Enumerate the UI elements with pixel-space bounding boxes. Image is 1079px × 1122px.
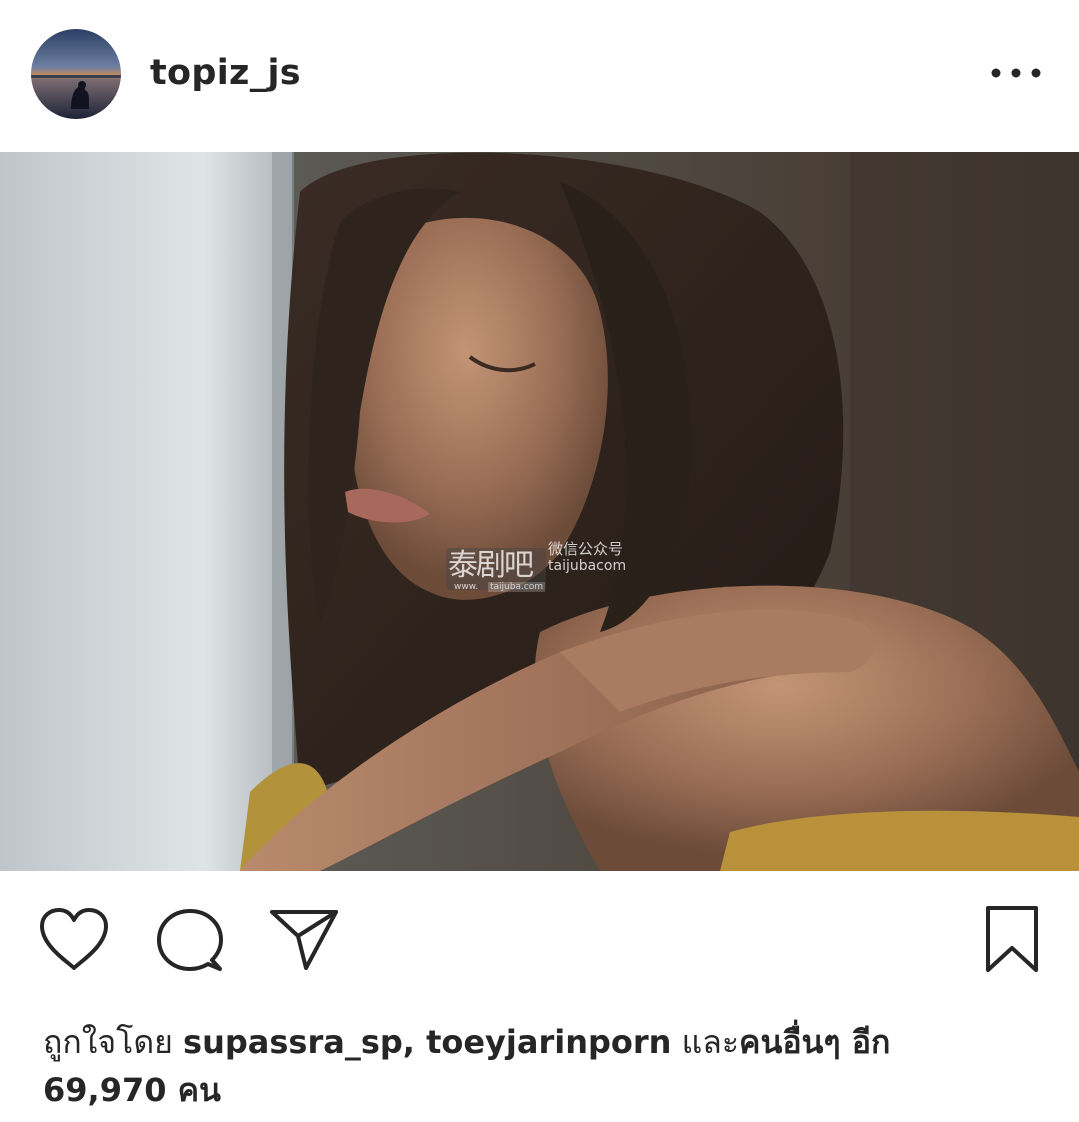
liker-username-2[interactable]: toeyjarinporn <box>426 1023 671 1061</box>
likes-count[interactable]: 69,970 คน <box>43 1071 221 1109</box>
like-heart-icon[interactable] <box>38 906 110 972</box>
share-paper-plane-icon[interactable] <box>268 906 340 972</box>
liker-username-1[interactable]: supassra_sp <box>183 1023 403 1061</box>
post-header: topiz_js <box>0 0 1079 150</box>
watermark-logo-text: 泰剧吧 <box>448 548 534 583</box>
likes-and: และ <box>671 1023 740 1061</box>
watermark-wechat-id: taijubacom <box>548 558 627 574</box>
more-options-icon[interactable] <box>988 57 1044 89</box>
profile-avatar[interactable] <box>31 29 121 119</box>
likes-summary: ถูกใจโดย supassra_sp, toeyjarinporn และค… <box>43 1018 1043 1114</box>
likes-prefix: ถูกใจโดย <box>43 1023 184 1061</box>
likes-others-link[interactable]: คนอื่นๆ อีก <box>739 1023 890 1061</box>
comment-bubble-icon[interactable] <box>154 906 226 976</box>
likes-separator: , <box>402 1023 427 1061</box>
post-username[interactable]: topiz_js <box>150 50 301 96</box>
watermark-www: www. <box>454 582 479 592</box>
watermark-wechat-label: 微信公众号 <box>548 540 624 558</box>
watermark: 泰剧吧 www. taijuba.com 微信公众号 taijubacom <box>442 538 642 598</box>
watermark-domain: taijuba.com <box>488 582 546 592</box>
save-bookmark-icon[interactable] <box>982 904 1042 976</box>
post-photo[interactable]: 泰剧吧 www. taijuba.com 微信公众号 taijubacom <box>0 152 1079 871</box>
